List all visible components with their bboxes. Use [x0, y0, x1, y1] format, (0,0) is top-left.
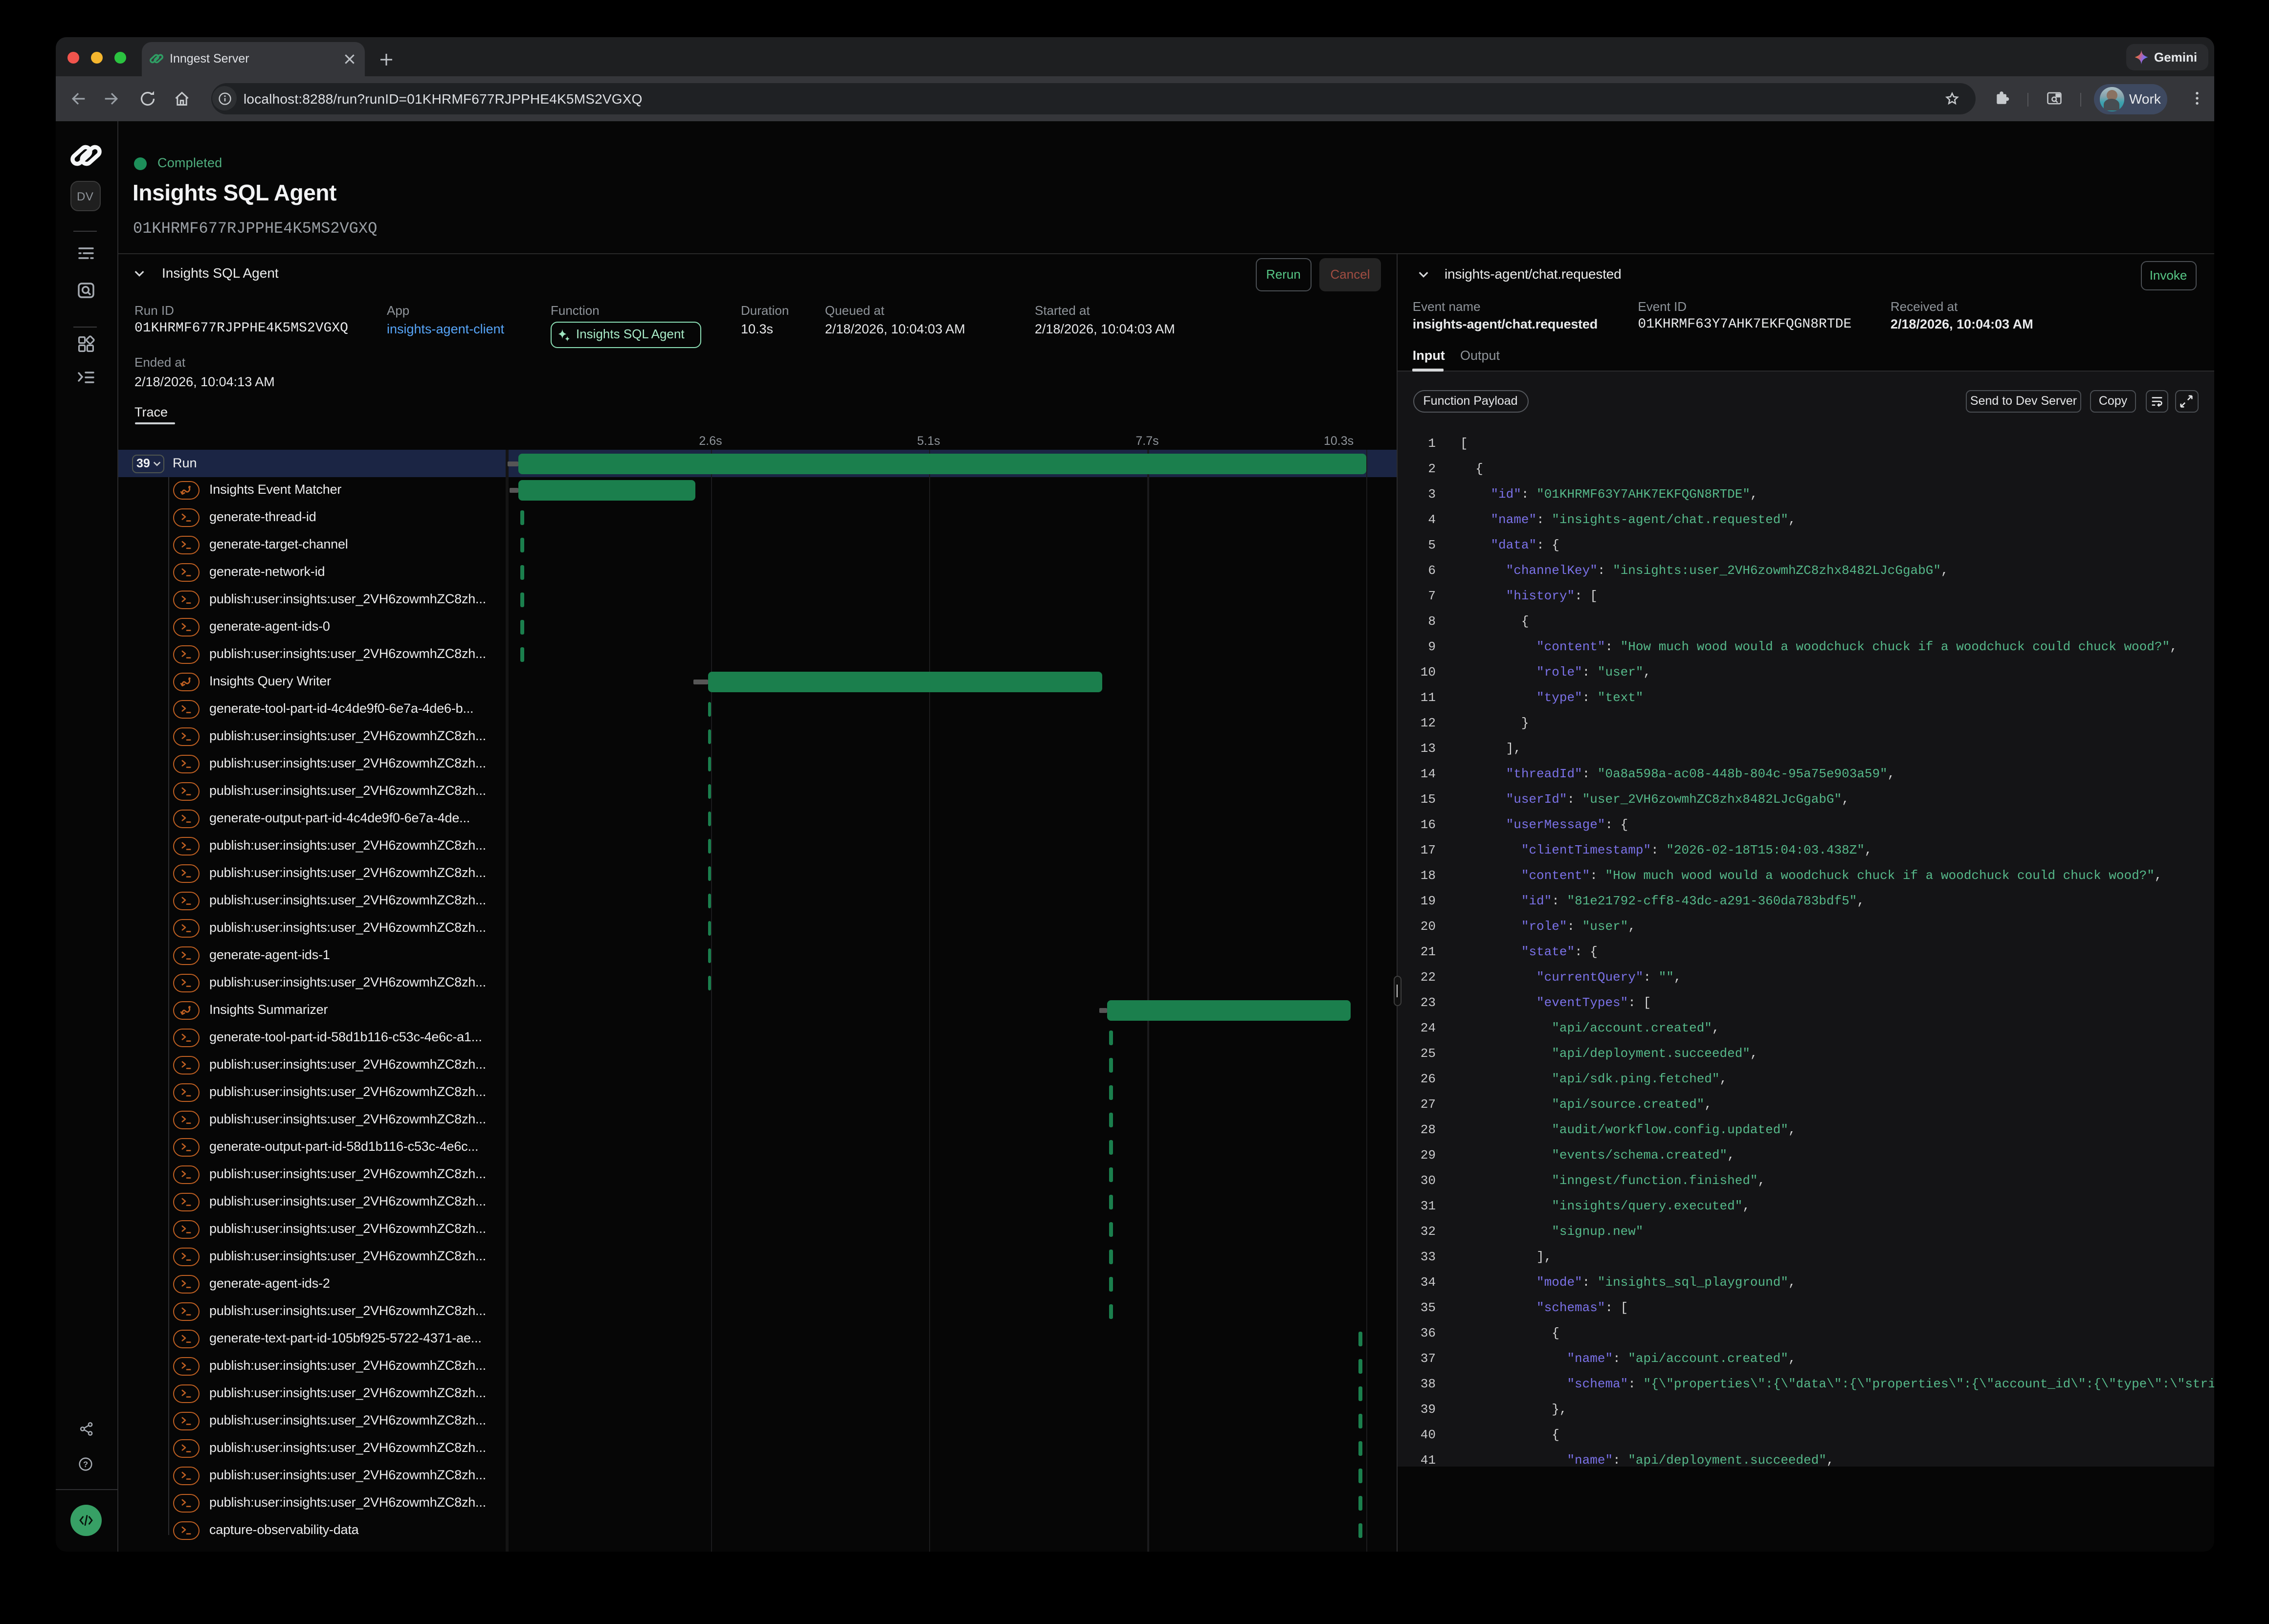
- svg-text:?: ?: [83, 1460, 88, 1469]
